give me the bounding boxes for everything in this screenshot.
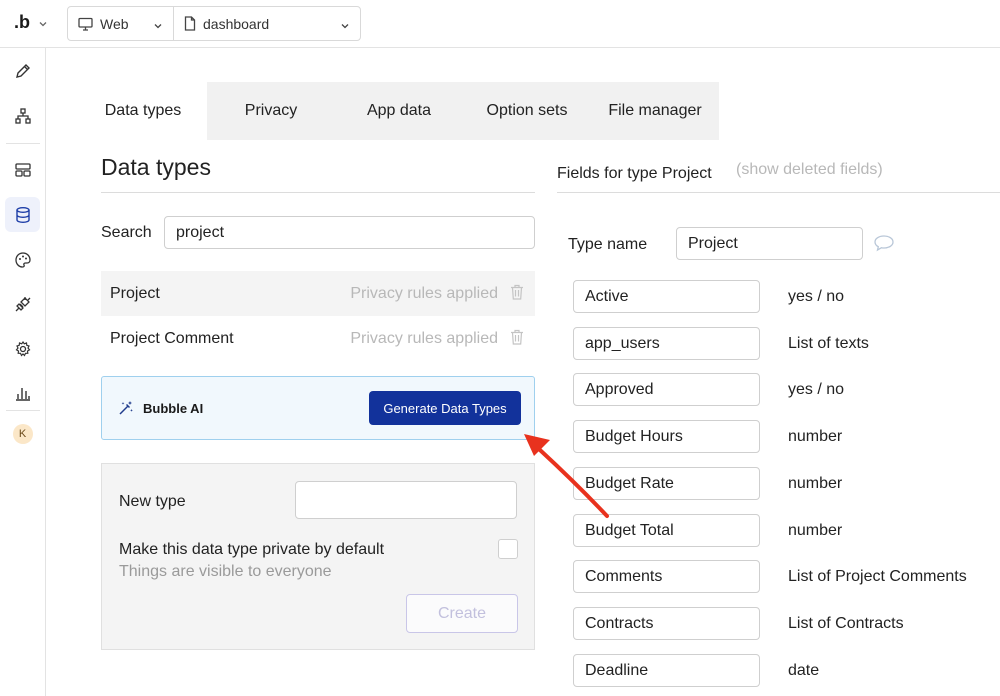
field-type: List of texts (788, 335, 869, 352)
field-name[interactable]: Active (573, 280, 760, 313)
field-type: List of Contracts (788, 615, 904, 632)
field-type: List of Project Comments (788, 568, 967, 585)
field-row[interactable]: Deadline date (573, 654, 993, 687)
title-divider (101, 192, 535, 193)
tab-app-data[interactable]: App data (335, 82, 463, 140)
generate-data-types-button[interactable]: Generate Data Types (369, 391, 521, 425)
field-row[interactable]: Budget Hours number (573, 420, 993, 453)
monitor-icon (78, 17, 93, 31)
page-label: dashboard (203, 15, 270, 32)
styles-layout-button[interactable] (5, 152, 40, 187)
show-deleted-fields-link[interactable]: (show deleted fields) (736, 161, 883, 179)
data-type-row-project[interactable]: Project Privacy rules applied (101, 271, 535, 316)
new-type-label: New type (119, 493, 186, 510)
field-type: yes / no (788, 288, 845, 305)
page-selector-group: Web dashboard (67, 6, 361, 41)
field-row[interactable]: Budget Total number (573, 514, 993, 547)
data-types-title: Data types (101, 154, 211, 180)
tab-option-sets[interactable]: Option sets (463, 82, 591, 140)
tab-privacy[interactable]: Privacy (207, 82, 335, 140)
trash-icon[interactable] (510, 329, 524, 350)
type-name-input[interactable] (676, 227, 863, 260)
field-row[interactable]: app_users List of texts (573, 327, 993, 360)
file-icon (184, 16, 196, 31)
private-default-label: Make this data type private by default (119, 541, 385, 558)
data-type-name: Project Comment (110, 329, 234, 347)
field-type: number (788, 475, 843, 492)
field-type: date (788, 662, 820, 679)
chevron-down-icon (153, 18, 163, 34)
sidebar-divider (6, 410, 40, 411)
field-name[interactable]: Budget Total (573, 514, 760, 547)
top-bar: .b Web dashboard (0, 0, 1000, 48)
database-icon (15, 206, 30, 223)
search-input[interactable] (164, 216, 535, 249)
type-name-label: Type name (568, 236, 648, 253)
speech-bubble-icon[interactable] (873, 234, 895, 257)
logs-tab-button[interactable] (5, 375, 40, 410)
trash-icon[interactable] (510, 284, 524, 305)
pencil-icon (15, 63, 30, 78)
workflow-icon (14, 107, 31, 124)
field-name[interactable]: Budget Rate (573, 467, 760, 500)
privacy-rules-link[interactable]: Privacy rules applied (350, 330, 498, 348)
field-name[interactable]: Budget Hours (573, 420, 760, 453)
palette-icon (14, 251, 31, 268)
data-tabs: Data types Privacy App data Option sets … (79, 82, 719, 140)
private-default-checkbox[interactable] (498, 539, 518, 559)
data-type-row-project-comment[interactable]: Project Comment Privacy rules applied (101, 316, 535, 361)
field-name[interactable]: Deadline (573, 654, 760, 687)
new-type-panel: New type Make this data type private by … (101, 463, 535, 650)
field-type: yes / no (788, 381, 845, 398)
settings-tab-button[interactable] (5, 331, 40, 366)
bar-chart-icon (15, 387, 30, 401)
chevron-down-icon[interactable] (38, 16, 48, 34)
data-type-name: Project (110, 284, 160, 302)
left-sidebar: K (0, 48, 46, 696)
field-row[interactable]: Contracts List of Contracts (573, 607, 993, 640)
platform-label: Web (100, 15, 129, 32)
field-name[interactable]: Contracts (573, 607, 760, 640)
search-label: Search (101, 224, 152, 241)
platform-dropdown[interactable]: Web (68, 7, 174, 40)
tab-data-types[interactable]: Data types (79, 82, 207, 140)
new-type-input[interactable] (295, 481, 517, 519)
field-row[interactable]: Approved yes / no (573, 373, 993, 406)
styles-tab-button[interactable] (5, 242, 40, 277)
field-name[interactable]: Approved (573, 373, 760, 406)
bubble-ai-panel: Bubble AI Generate Data Types (101, 376, 535, 440)
create-type-button[interactable]: Create (406, 594, 518, 633)
field-row[interactable]: Budget Rate number (573, 467, 993, 500)
plugins-tab-button[interactable] (5, 286, 40, 321)
user-avatar-button[interactable]: K (5, 416, 40, 451)
page-dropdown[interactable]: dashboard (174, 7, 360, 40)
gear-icon (15, 340, 30, 357)
avatar: K (12, 423, 33, 444)
chevron-down-icon (340, 18, 350, 34)
plug-icon (15, 296, 30, 311)
field-name[interactable]: app_users (573, 327, 760, 360)
sidebar-divider (6, 143, 40, 144)
field-row[interactable]: Comments List of Project Comments (573, 560, 993, 593)
field-name[interactable]: Comments (573, 560, 760, 593)
layout-icon (14, 162, 31, 177)
bubble-ai-label: Bubble AI (143, 401, 204, 416)
fields-title: Fields for type Project (557, 165, 712, 182)
field-type: number (788, 522, 843, 539)
field-type: number (788, 428, 843, 445)
private-default-hint: Things are visible to everyone (119, 563, 332, 580)
design-tab-button[interactable] (5, 53, 40, 88)
magic-wand-icon (118, 400, 134, 421)
bubble-logo[interactable]: .b (14, 12, 30, 33)
tab-file-manager[interactable]: File manager (591, 82, 719, 140)
field-row[interactable]: Active yes / no (573, 280, 993, 313)
privacy-rules-link[interactable]: Privacy rules applied (350, 285, 498, 303)
workflow-tab-button[interactable] (5, 98, 40, 133)
fields-divider (557, 192, 1000, 193)
data-tab-button[interactable] (5, 197, 40, 232)
